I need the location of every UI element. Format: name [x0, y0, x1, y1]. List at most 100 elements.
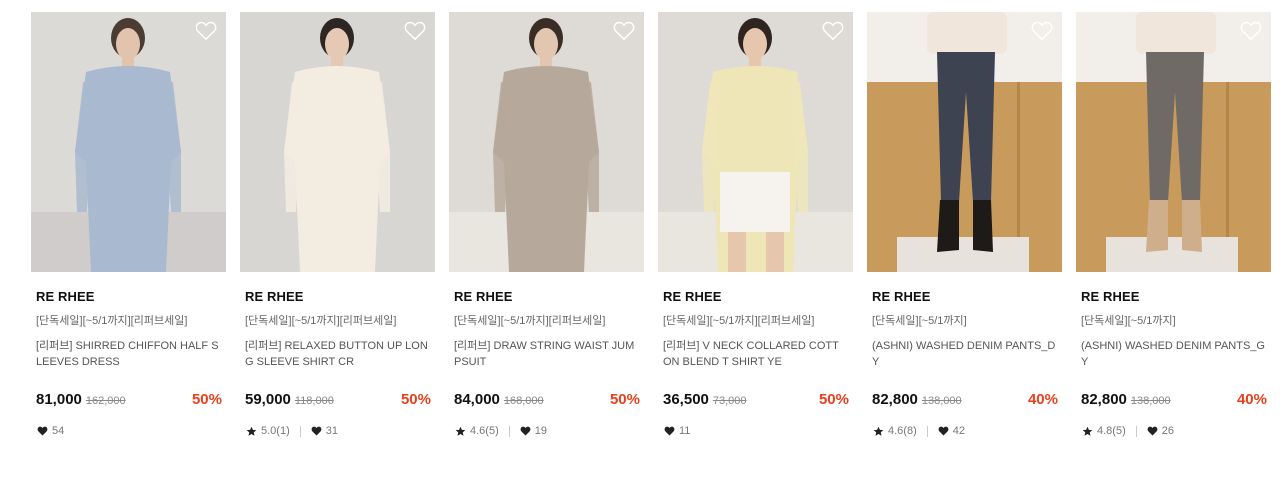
price-row: 59,000 118,000 50%	[245, 391, 431, 411]
promo-tags: [단독세일][~5/1까지][리퍼브세일]	[454, 315, 606, 327]
discount-rate: 40%	[1236, 391, 1267, 408]
discount-rate: 50%	[818, 391, 849, 408]
price-row: 81,000 162,000 50%	[36, 391, 222, 411]
divider	[1135, 425, 1137, 437]
product-image[interactable]	[867, 12, 1062, 272]
likes: 19	[520, 425, 547, 437]
heart-icon	[520, 426, 531, 437]
likes: 54	[37, 425, 64, 437]
like-count: 26	[1161, 425, 1174, 437]
sale-price: 81,000	[36, 391, 82, 408]
brand-name[interactable]: RE RHEE	[872, 289, 1062, 304]
sale-price: 36,500	[663, 391, 709, 408]
brand-name[interactable]: RE RHEE	[663, 289, 853, 304]
heart-icon	[1147, 426, 1158, 437]
product-image[interactable]	[1076, 12, 1271, 272]
brand-name[interactable]: RE RHEE	[454, 289, 644, 304]
rating-value: 4.6(5)	[470, 425, 499, 437]
rating: 4.6(8)	[873, 425, 917, 437]
product-name[interactable]: [리퍼브] V NECK COLLARED COTTON BLEND T SHI…	[663, 338, 847, 370]
original-price: 138,000	[1130, 395, 1171, 407]
like-count: 11	[679, 425, 691, 437]
promo-tags: [단독세일][~5/1까지][리퍼브세일]	[245, 315, 397, 327]
like-count: 54	[52, 425, 65, 437]
review-like-row: 5.0(1) 31	[246, 424, 435, 438]
product-card[interactable]: RE RHEE [단독세일][~5/1까지][리퍼브세일] [리퍼브] RELAXE…	[240, 12, 435, 438]
review-like-row: 4.6(5) 19	[455, 424, 644, 438]
product-image[interactable]	[449, 12, 644, 272]
product-card[interactable]: RE RHEE [단독세일][~5/1까지][리퍼브세일] [리퍼브] DRAW S…	[449, 12, 644, 438]
original-price: 138,000	[921, 395, 962, 407]
heart-icon	[37, 426, 48, 437]
heart-icon	[664, 426, 675, 437]
rating-value: 4.6(8)	[888, 425, 917, 437]
review-like-row: 4.6(8) 42	[873, 424, 1062, 438]
wishlist-heart-icon[interactable]	[1240, 21, 1262, 41]
price-row: 36,500 73,000 50%	[663, 391, 849, 411]
product-card[interactable]: RE RHEE [단독세일][~5/1까지] (ASHNI) WASHED DENI…	[867, 12, 1062, 438]
review-like-row: 4.8(5) 26	[1082, 424, 1271, 438]
brand-name[interactable]: RE RHEE	[36, 289, 226, 304]
price-row: 84,000 168,000 50%	[454, 391, 640, 411]
like-count: 42	[952, 425, 965, 437]
product-image[interactable]	[240, 12, 435, 272]
review-like-row: 54	[37, 424, 226, 438]
product-card[interactable]: RE RHEE [단독세일][~5/1까지][리퍼브세일] [리퍼브] V NECK…	[658, 12, 853, 438]
sale-price: 82,800	[1081, 391, 1127, 408]
sale-price: 84,000	[454, 391, 500, 408]
star-icon	[1082, 426, 1093, 437]
original-price: 162,000	[85, 395, 126, 407]
wishlist-heart-icon[interactable]	[195, 21, 217, 41]
rating: 5.0(1)	[246, 425, 290, 437]
product-name[interactable]: [리퍼브] DRAW STRING WAIST JUMPSUIT	[454, 338, 638, 370]
divider	[926, 425, 928, 437]
product-card[interactable]: RE RHEE [단독세일][~5/1까지][리퍼브세일] [리퍼브] SHIRRE…	[31, 12, 226, 438]
product-grid: RE RHEE [단독세일][~5/1까지][리퍼브세일] [리퍼브] SHIRRE…	[31, 12, 1271, 438]
wishlist-heart-icon[interactable]	[404, 21, 426, 41]
star-icon	[246, 426, 257, 437]
star-icon	[873, 426, 884, 437]
star-icon	[455, 426, 466, 437]
rating: 4.8(5)	[1082, 425, 1126, 437]
wishlist-heart-icon[interactable]	[1031, 21, 1053, 41]
like-count: 31	[325, 425, 338, 437]
review-like-row: 11	[664, 424, 853, 438]
brand-name[interactable]: RE RHEE	[1081, 289, 1271, 304]
product-image[interactable]	[658, 12, 853, 272]
original-price: 73,000	[712, 395, 747, 407]
like-count: 19	[534, 425, 547, 437]
product-name[interactable]: (ASHNI) WASHED DENIM PANTS_GY	[1081, 338, 1265, 370]
product-name[interactable]: [리퍼브] RELAXED BUTTON UP LONG SLEEVE SHIR…	[245, 338, 429, 370]
heart-icon	[311, 426, 322, 437]
price-row: 82,800 138,000 40%	[1081, 391, 1267, 411]
divider	[299, 425, 301, 437]
product-name[interactable]: [리퍼브] SHIRRED CHIFFON HALF SLEEVES DRESS	[36, 338, 220, 370]
rating: 4.6(5)	[455, 425, 499, 437]
likes: 31	[311, 425, 338, 437]
likes: 42	[938, 425, 965, 437]
likes: 11	[664, 425, 690, 437]
rating-value: 5.0(1)	[261, 425, 290, 437]
divider	[508, 425, 510, 437]
promo-tags: [단독세일][~5/1까지]	[1081, 315, 1176, 327]
heart-icon	[938, 426, 949, 437]
original-price: 118,000	[294, 395, 334, 407]
wishlist-heart-icon[interactable]	[822, 21, 844, 41]
original-price: 168,000	[503, 395, 544, 407]
product-image[interactable]	[31, 12, 226, 272]
discount-rate: 50%	[400, 391, 431, 408]
sale-price: 82,800	[872, 391, 918, 408]
brand-name[interactable]: RE RHEE	[245, 289, 435, 304]
sale-price: 59,000	[245, 391, 291, 408]
promo-tags: [단독세일][~5/1까지][리퍼브세일]	[663, 315, 815, 327]
promo-tags: [단독세일][~5/1까지]	[872, 315, 967, 327]
wishlist-heart-icon[interactable]	[613, 21, 635, 41]
discount-rate: 50%	[191, 391, 222, 408]
price-row: 82,800 138,000 40%	[872, 391, 1058, 411]
product-name[interactable]: (ASHNI) WASHED DENIM PANTS_DY	[872, 338, 1056, 370]
likes: 26	[1147, 425, 1174, 437]
product-card[interactable]: RE RHEE [단독세일][~5/1까지] (ASHNI) WASHED DENI…	[1076, 12, 1271, 438]
discount-rate: 40%	[1027, 391, 1058, 408]
rating-value: 4.8(5)	[1097, 425, 1126, 437]
discount-rate: 50%	[609, 391, 640, 408]
